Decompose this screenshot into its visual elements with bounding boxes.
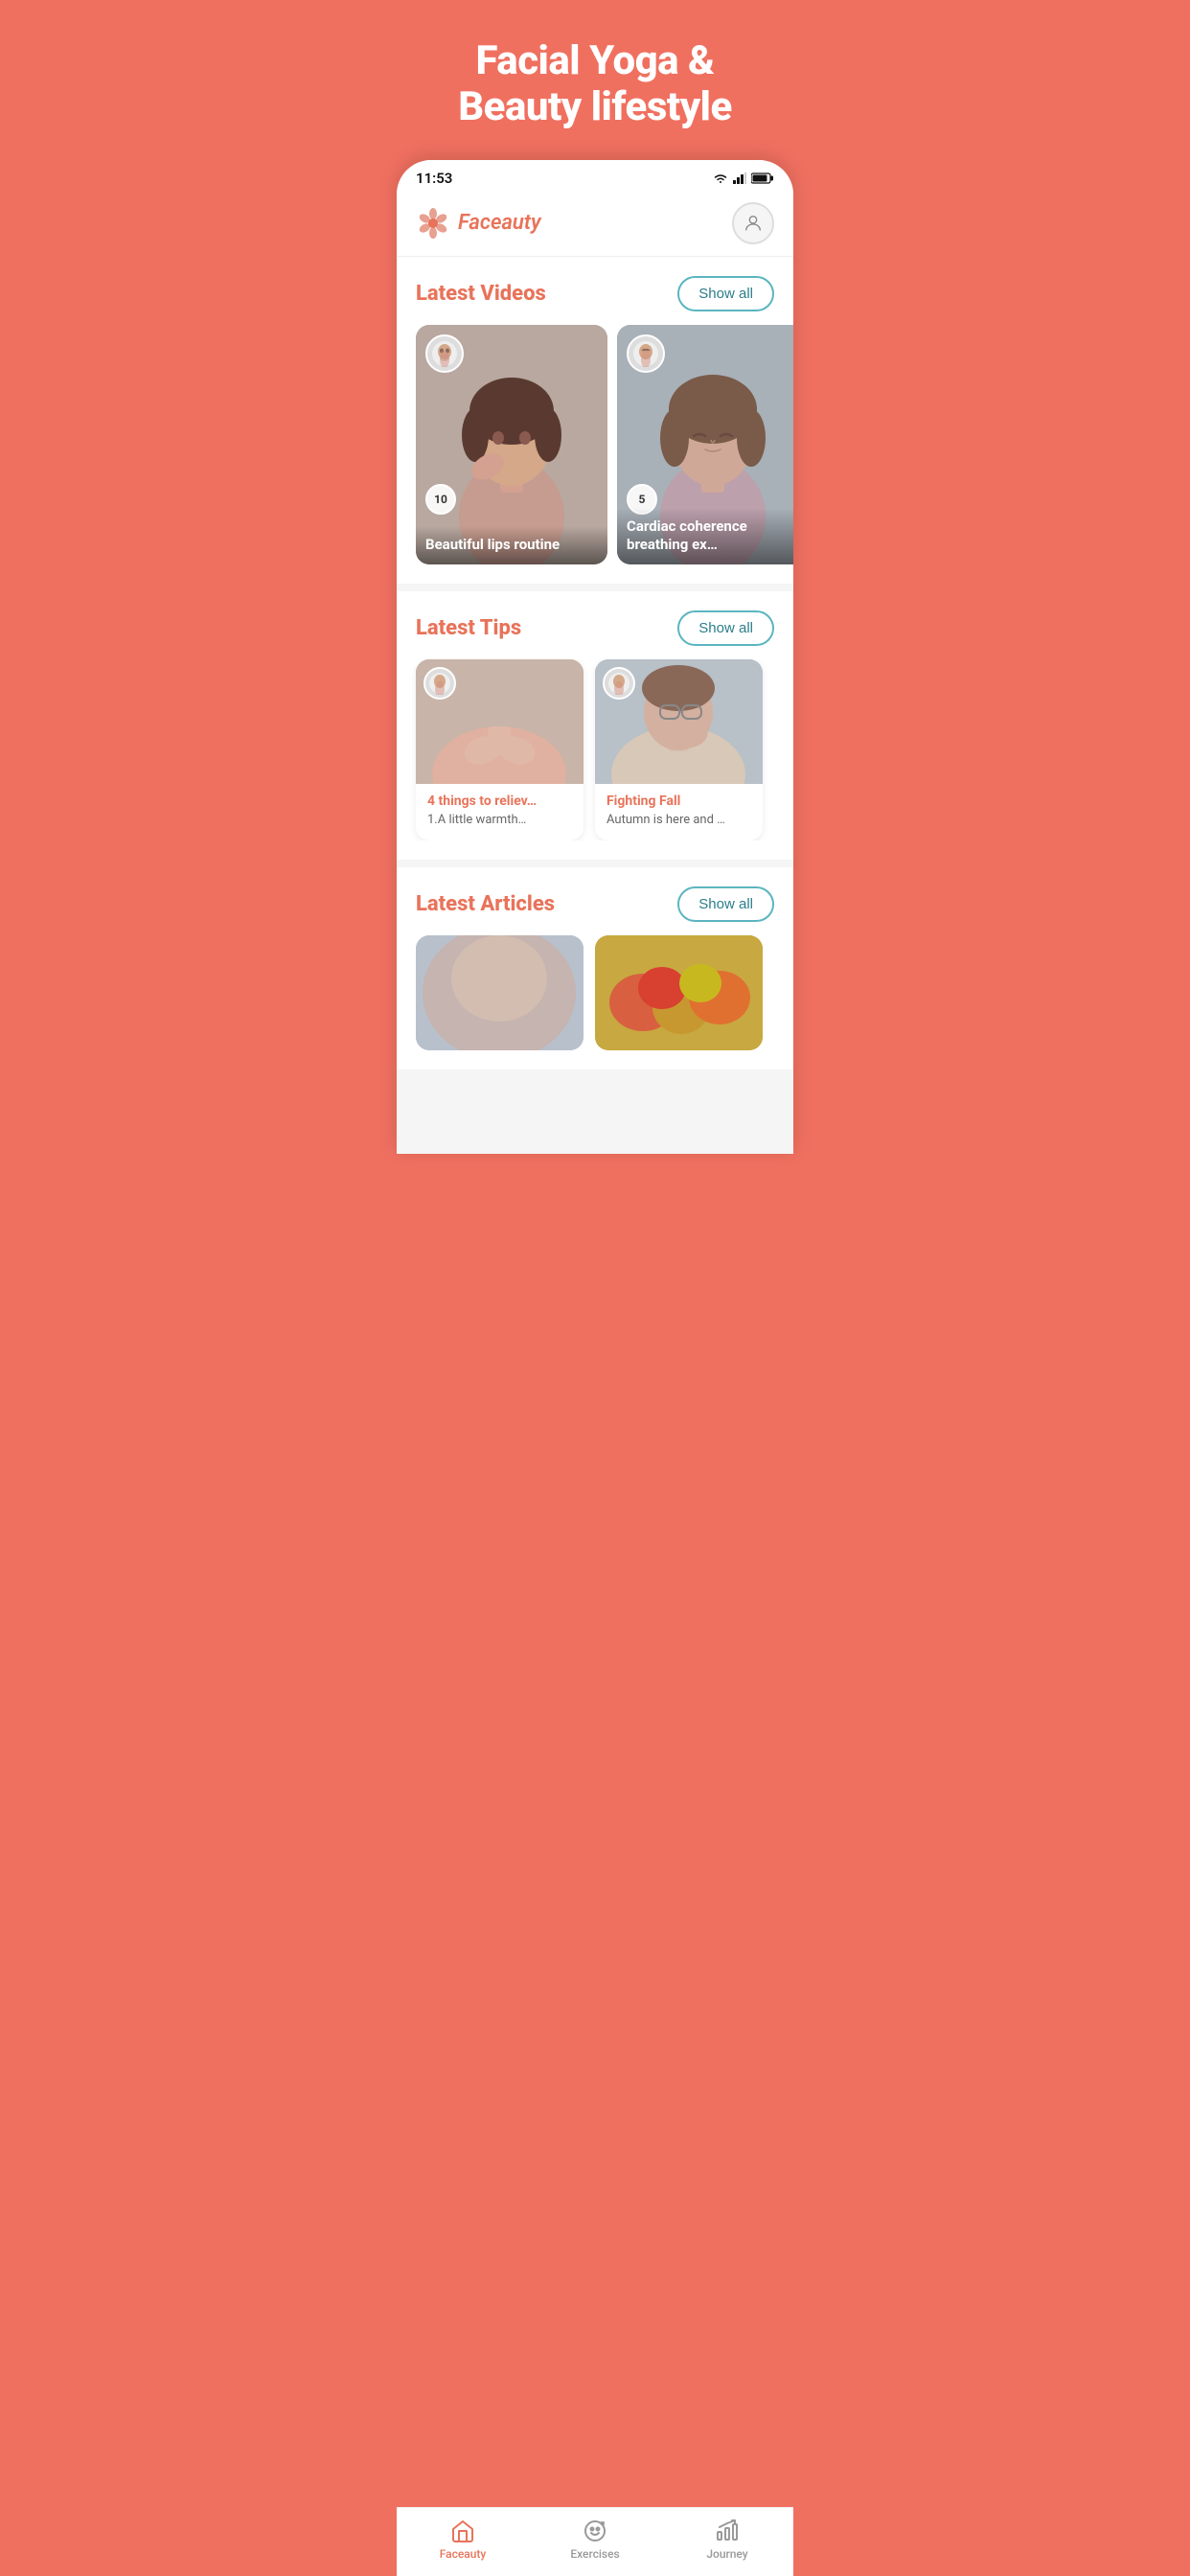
- video-timer-1: 10: [425, 484, 456, 515]
- face-icon-tip-2: [607, 672, 630, 695]
- latest-videos-header: Latest Videos Show all: [397, 276, 793, 311]
- wifi-icon: [713, 172, 728, 184]
- tip-avatar-1: [423, 667, 456, 700]
- latest-tips-section: Latest Tips Show all: [397, 591, 793, 860]
- tip-image-1: [416, 659, 584, 784]
- nav-item-faceauty[interactable]: Faceauty: [424, 2518, 501, 2561]
- articles-show-all-button[interactable]: Show all: [677, 886, 774, 922]
- home-icon: [449, 2518, 476, 2544]
- latest-articles-title: Latest Articles: [416, 892, 555, 916]
- tip-avatar-2: [603, 667, 635, 700]
- video-card-1[interactable]: 10 Beautiful lips routine: [416, 325, 607, 564]
- flower-icon: [416, 206, 450, 241]
- tip-body-2: Fighting Fall Autumn is here and …: [595, 784, 763, 840]
- nav-label-faceauty: Faceauty: [440, 2547, 487, 2561]
- latest-videos-title: Latest Videos: [416, 282, 546, 306]
- face-icon-tip-1: [428, 672, 451, 695]
- nav-label-exercises: Exercises: [570, 2547, 619, 2561]
- video-avatar-2: [627, 334, 665, 373]
- article-thumbnail-2: [595, 935, 763, 1050]
- latest-articles-header: Latest Articles Show all: [397, 886, 793, 922]
- video-avatar-1: [425, 334, 464, 373]
- nav-item-journey[interactable]: Journey: [689, 2518, 766, 2561]
- video-label-2: Cardiac coherence breathing ex…: [617, 508, 793, 564]
- video-label-1: Beautiful lips routine: [416, 526, 607, 564]
- articles-scroll-container[interactable]: [397, 935, 793, 1050]
- tip-card-2[interactable]: Fighting Fall Autumn is here and …: [595, 659, 763, 840]
- article-card-1[interactable]: [416, 935, 584, 1050]
- status-icons: [713, 172, 774, 184]
- tip-title-2: Fighting Fall: [606, 794, 751, 809]
- profile-button[interactable]: [732, 202, 774, 244]
- app-name: Faceauty: [458, 211, 541, 235]
- exercises-icon: [582, 2518, 608, 2544]
- app-logo: Faceauty: [416, 206, 541, 241]
- hero-section: Facial Yoga & Beauty lifestyle: [397, 0, 793, 160]
- article-card-2[interactable]: [595, 935, 763, 1050]
- phone-frame: 11:53: [397, 160, 793, 1154]
- video-card-2[interactable]: 5 Cardiac coherence breathing ex…: [617, 325, 793, 564]
- nav-item-exercises[interactable]: Exercises: [557, 2518, 633, 2561]
- article-thumbnail-1: [416, 935, 584, 1050]
- status-bar: 11:53: [397, 160, 793, 193]
- videos-scroll-container[interactable]: 10 Beautiful lips routine: [397, 325, 793, 564]
- tips-scroll-container[interactable]: 4 things to reliev… 1.A little warmth…: [397, 659, 793, 840]
- nav-label-journey: Journey: [706, 2547, 747, 2561]
- latest-tips-title: Latest Tips: [416, 616, 521, 640]
- hero-title: Facial Yoga & Beauty lifestyle: [420, 38, 770, 131]
- tip-body-1: 4 things to reliev… 1.A little warmth…: [416, 784, 584, 840]
- battery-icon: [751, 172, 774, 184]
- content-area: Latest Videos Show all: [397, 257, 793, 1154]
- status-time: 11:53: [416, 170, 452, 187]
- latest-videos-section: Latest Videos Show all: [397, 257, 793, 584]
- latest-tips-header: Latest Tips Show all: [397, 610, 793, 646]
- tip-image-2: [595, 659, 763, 784]
- journey-icon: [714, 2518, 741, 2544]
- signal-icon: [733, 172, 746, 184]
- tips-show-all-button[interactable]: Show all: [677, 610, 774, 646]
- tip-subtitle-1: 1.A little warmth…: [427, 813, 572, 827]
- face-icon-1: [431, 340, 458, 367]
- tip-title-1: 4 things to reliev…: [427, 794, 572, 809]
- tip-card-1[interactable]: 4 things to reliev… 1.A little warmth…: [416, 659, 584, 840]
- app-header: Faceauty: [397, 193, 793, 257]
- face-icon-2: [632, 340, 659, 367]
- tip-subtitle-2: Autumn is here and …: [606, 813, 751, 827]
- bottom-nav: Faceauty Exercises: [397, 2507, 793, 2576]
- profile-icon: [743, 213, 764, 234]
- videos-show-all-button[interactable]: Show all: [677, 276, 774, 311]
- latest-articles-section: Latest Articles Show all: [397, 867, 793, 1070]
